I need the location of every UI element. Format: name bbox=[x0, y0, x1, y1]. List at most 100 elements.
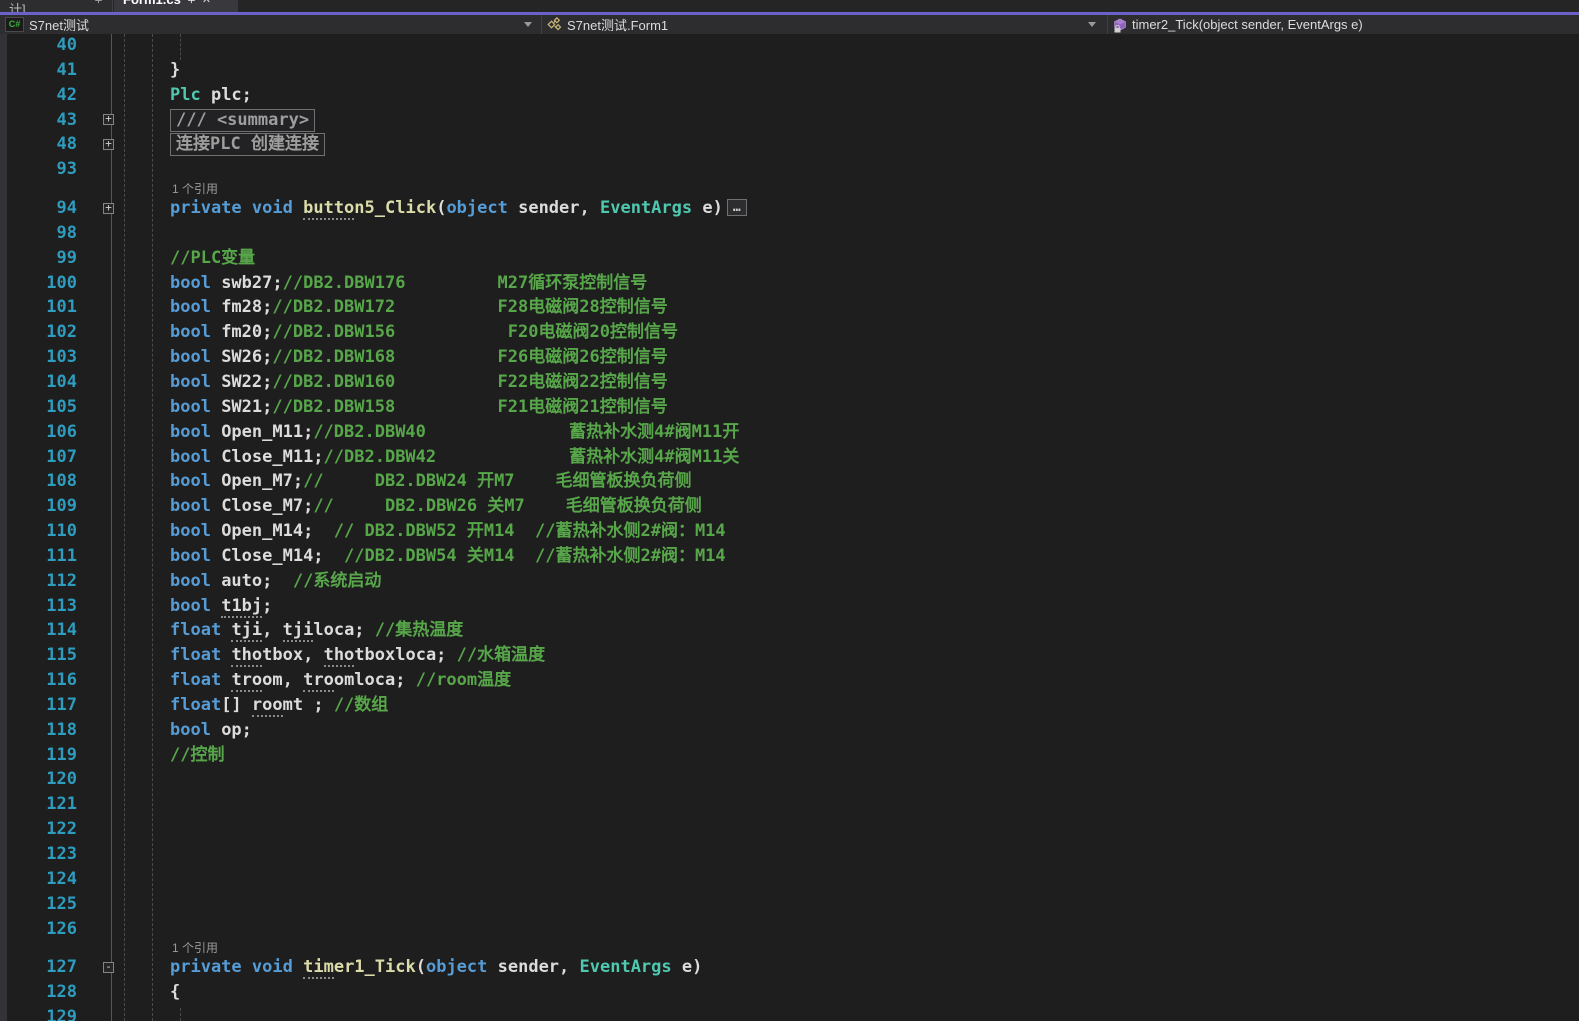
line-number[interactable]: 117 bbox=[0, 693, 77, 718]
code-line[interactable]: 100bool swb27;//DB2.DBW176 M27循环泵控制信号 bbox=[0, 271, 1579, 296]
line-number[interactable]: 108 bbox=[0, 469, 77, 494]
code-line[interactable]: 94+private void button5_Click(object sen… bbox=[0, 196, 1579, 221]
code-line[interactable]: 101bool fm28;//DB2.DBW172 F28电磁阀28控制信号 bbox=[0, 295, 1579, 320]
line-number[interactable]: 110 bbox=[0, 519, 77, 544]
fold-expand-icon[interactable]: + bbox=[103, 203, 114, 214]
line-number[interactable]: 94 bbox=[0, 196, 77, 221]
collapsed-body-box[interactable]: … bbox=[727, 199, 747, 216]
code-editor[interactable]: 4041}42Plc plc;43 + /// <summary> 48 + 连接PLC … bbox=[0, 34, 1579, 1021]
token: // DB2.DBW26 关M7 毛细管板换负荷侧 bbox=[313, 496, 701, 516]
tab-form1-cs-active[interactable]: Form1.cs ✕ bbox=[114, 0, 238, 12]
code-line[interactable]: 119 //控制 bbox=[0, 743, 1579, 768]
line-number[interactable]: 126 bbox=[0, 917, 77, 942]
line-number[interactable]: 101 bbox=[0, 295, 77, 320]
line-number[interactable]: 42 bbox=[0, 83, 77, 108]
line-number[interactable]: 113 bbox=[0, 594, 77, 619]
line-number[interactable]: 119 bbox=[0, 743, 77, 768]
line-number[interactable]: 98 bbox=[0, 221, 77, 246]
code-line[interactable]: 118bool op; bbox=[0, 718, 1579, 743]
code-line[interactable]: 113bool t1bj; bbox=[0, 594, 1579, 619]
code-line[interactable]: 125 bbox=[0, 892, 1579, 917]
line-number[interactable]: 120 bbox=[0, 767, 77, 792]
token: auto; bbox=[211, 571, 293, 591]
code-line[interactable]: 116float troom, troomloca; //room温度 bbox=[0, 668, 1579, 693]
line-number[interactable]: 109 bbox=[0, 494, 77, 519]
fold-collapse-icon[interactable]: - bbox=[103, 962, 114, 973]
code-line[interactable]: 103bool SW26;//DB2.DBW168 F26电磁阀26控制信号 bbox=[0, 345, 1579, 370]
line-number[interactable]: 112 bbox=[0, 569, 77, 594]
line-number[interactable]: 129 bbox=[0, 1005, 77, 1021]
code-line[interactable]: 120 bbox=[0, 767, 1579, 792]
line-number[interactable]: 128 bbox=[0, 980, 77, 1005]
code-line[interactable]: 111bool Close_M14; //DB2.DBW54 关M14 //蓄热… bbox=[0, 544, 1579, 569]
code-line[interactable]: 107bool Close_M11;//DB2.DBW42 蓄热补水测4#阀M1… bbox=[0, 445, 1579, 470]
line-number[interactable]: 105 bbox=[0, 395, 77, 420]
code-line[interactable]: 128{ bbox=[0, 980, 1579, 1005]
fold-expand-icon[interactable]: + bbox=[103, 139, 114, 150]
code-line[interactable]: 112bool auto; //系统启动 bbox=[0, 569, 1579, 594]
line-number[interactable]: 124 bbox=[0, 867, 77, 892]
class-dropdown[interactable]: S7net测试.Form1 bbox=[541, 15, 1107, 34]
code-line[interactable]: 124 bbox=[0, 867, 1579, 892]
line-number[interactable]: 100 bbox=[0, 271, 77, 296]
line-number[interactable]: 102 bbox=[0, 320, 77, 345]
line-number[interactable]: 111 bbox=[0, 544, 77, 569]
line-number[interactable]: 125 bbox=[0, 892, 77, 917]
line-number[interactable]: 99 bbox=[0, 246, 77, 271]
code-line[interactable]: 40 bbox=[0, 34, 1579, 58]
code-line[interactable]: 122 bbox=[0, 817, 1579, 842]
line-number[interactable]: 93 bbox=[0, 157, 77, 182]
code-line[interactable]: 42Plc plc; bbox=[0, 83, 1579, 108]
code-line[interactable]: 105bool SW21;//DB2.DBW158 F21电磁阀21控制信号 bbox=[0, 395, 1579, 420]
pin-icon[interactable] bbox=[94, 0, 103, 4]
line-number[interactable]: 107 bbox=[0, 445, 77, 470]
code-line[interactable]: 117float[] roomt ; //数组 bbox=[0, 693, 1579, 718]
code-line[interactable]: 121 bbox=[0, 792, 1579, 817]
codelens-references[interactable]: 1 个引用 bbox=[172, 941, 218, 955]
code-line[interactable]: 102bool fm20;//DB2.DBW156 F20电磁阀20控制信号 bbox=[0, 320, 1579, 345]
line-number[interactable]: 114 bbox=[0, 618, 77, 643]
close-icon[interactable]: ✕ bbox=[202, 0, 211, 6]
line-number[interactable]: 41 bbox=[0, 58, 77, 83]
code-line[interactable]: 99//PLC变量 bbox=[0, 246, 1579, 271]
code-line[interactable]: 48 + 连接PLC 创建连接 bbox=[0, 132, 1579, 157]
code-line[interactable]: 114float tji, tjiloca; //集热温度 bbox=[0, 618, 1579, 643]
code-line[interactable]: 93 bbox=[0, 157, 1579, 182]
line-number[interactable]: 48 bbox=[0, 132, 77, 157]
code-line[interactable]: 108bool Open_M7;// DB2.DBW24 开M7 毛细管板换负荷… bbox=[0, 469, 1579, 494]
pin-icon[interactable] bbox=[187, 0, 196, 4]
code-line[interactable]: 43 + /// <summary> bbox=[0, 108, 1579, 133]
code-line[interactable]: 104bool SW22;//DB2.DBW160 F22电磁阀22控制信号 bbox=[0, 370, 1579, 395]
line-number[interactable]: 118 bbox=[0, 718, 77, 743]
line-number[interactable]: 123 bbox=[0, 842, 77, 867]
code-line[interactable]: 41} bbox=[0, 58, 1579, 83]
code-line[interactable]: 106bool Open_M11;//DB2.DBW40 蓄热补水测4#阀M11… bbox=[0, 420, 1579, 445]
line-number[interactable]: 43 bbox=[0, 108, 77, 133]
code-line[interactable]: 129 bbox=[0, 1005, 1579, 1021]
token: //控制 bbox=[170, 745, 224, 765]
line-number[interactable]: 116 bbox=[0, 668, 77, 693]
line-number[interactable]: 127 bbox=[0, 955, 77, 980]
line-number[interactable]: 40 bbox=[0, 34, 77, 58]
method-dropdown[interactable]: timer2_Tick(object sender, EventArgs e) bbox=[1107, 15, 1579, 34]
project-dropdown[interactable]: C# S7net测试 bbox=[0, 15, 541, 34]
collapsed-region[interactable]: 连接PLC 创建连接 bbox=[170, 133, 325, 156]
codelens-references[interactable]: 1 个引用 bbox=[172, 182, 218, 196]
code-line[interactable]: 98 bbox=[0, 221, 1579, 246]
tab-form1-design[interactable]: Form1.cs [设计] bbox=[0, 0, 113, 12]
collapsed-region[interactable]: /// <summary> bbox=[170, 109, 315, 132]
code-line[interactable]: 109bool Close_M7;// DB2.DBW26 关M7 毛细管板换负… bbox=[0, 494, 1579, 519]
code-line[interactable]: 110bool Open_M14; // DB2.DBW52 开M14 //蓄热… bbox=[0, 519, 1579, 544]
line-number[interactable]: 106 bbox=[0, 420, 77, 445]
line-number[interactable]: 121 bbox=[0, 792, 77, 817]
line-number[interactable]: 104 bbox=[0, 370, 77, 395]
code-line[interactable]: 123 bbox=[0, 842, 1579, 867]
line-number[interactable]: 122 bbox=[0, 817, 77, 842]
code-line[interactable]: 127-private void timer1_Tick(object send… bbox=[0, 955, 1579, 980]
line-number[interactable]: 115 bbox=[0, 643, 77, 668]
code-line[interactable]: 115float thotbox, thotboxloca; //水箱温度 bbox=[0, 643, 1579, 668]
fold-expand-icon[interactable]: + bbox=[103, 114, 114, 125]
token: void bbox=[252, 198, 293, 218]
line-number[interactable]: 103 bbox=[0, 345, 77, 370]
code-line[interactable]: 126 bbox=[0, 917, 1579, 942]
